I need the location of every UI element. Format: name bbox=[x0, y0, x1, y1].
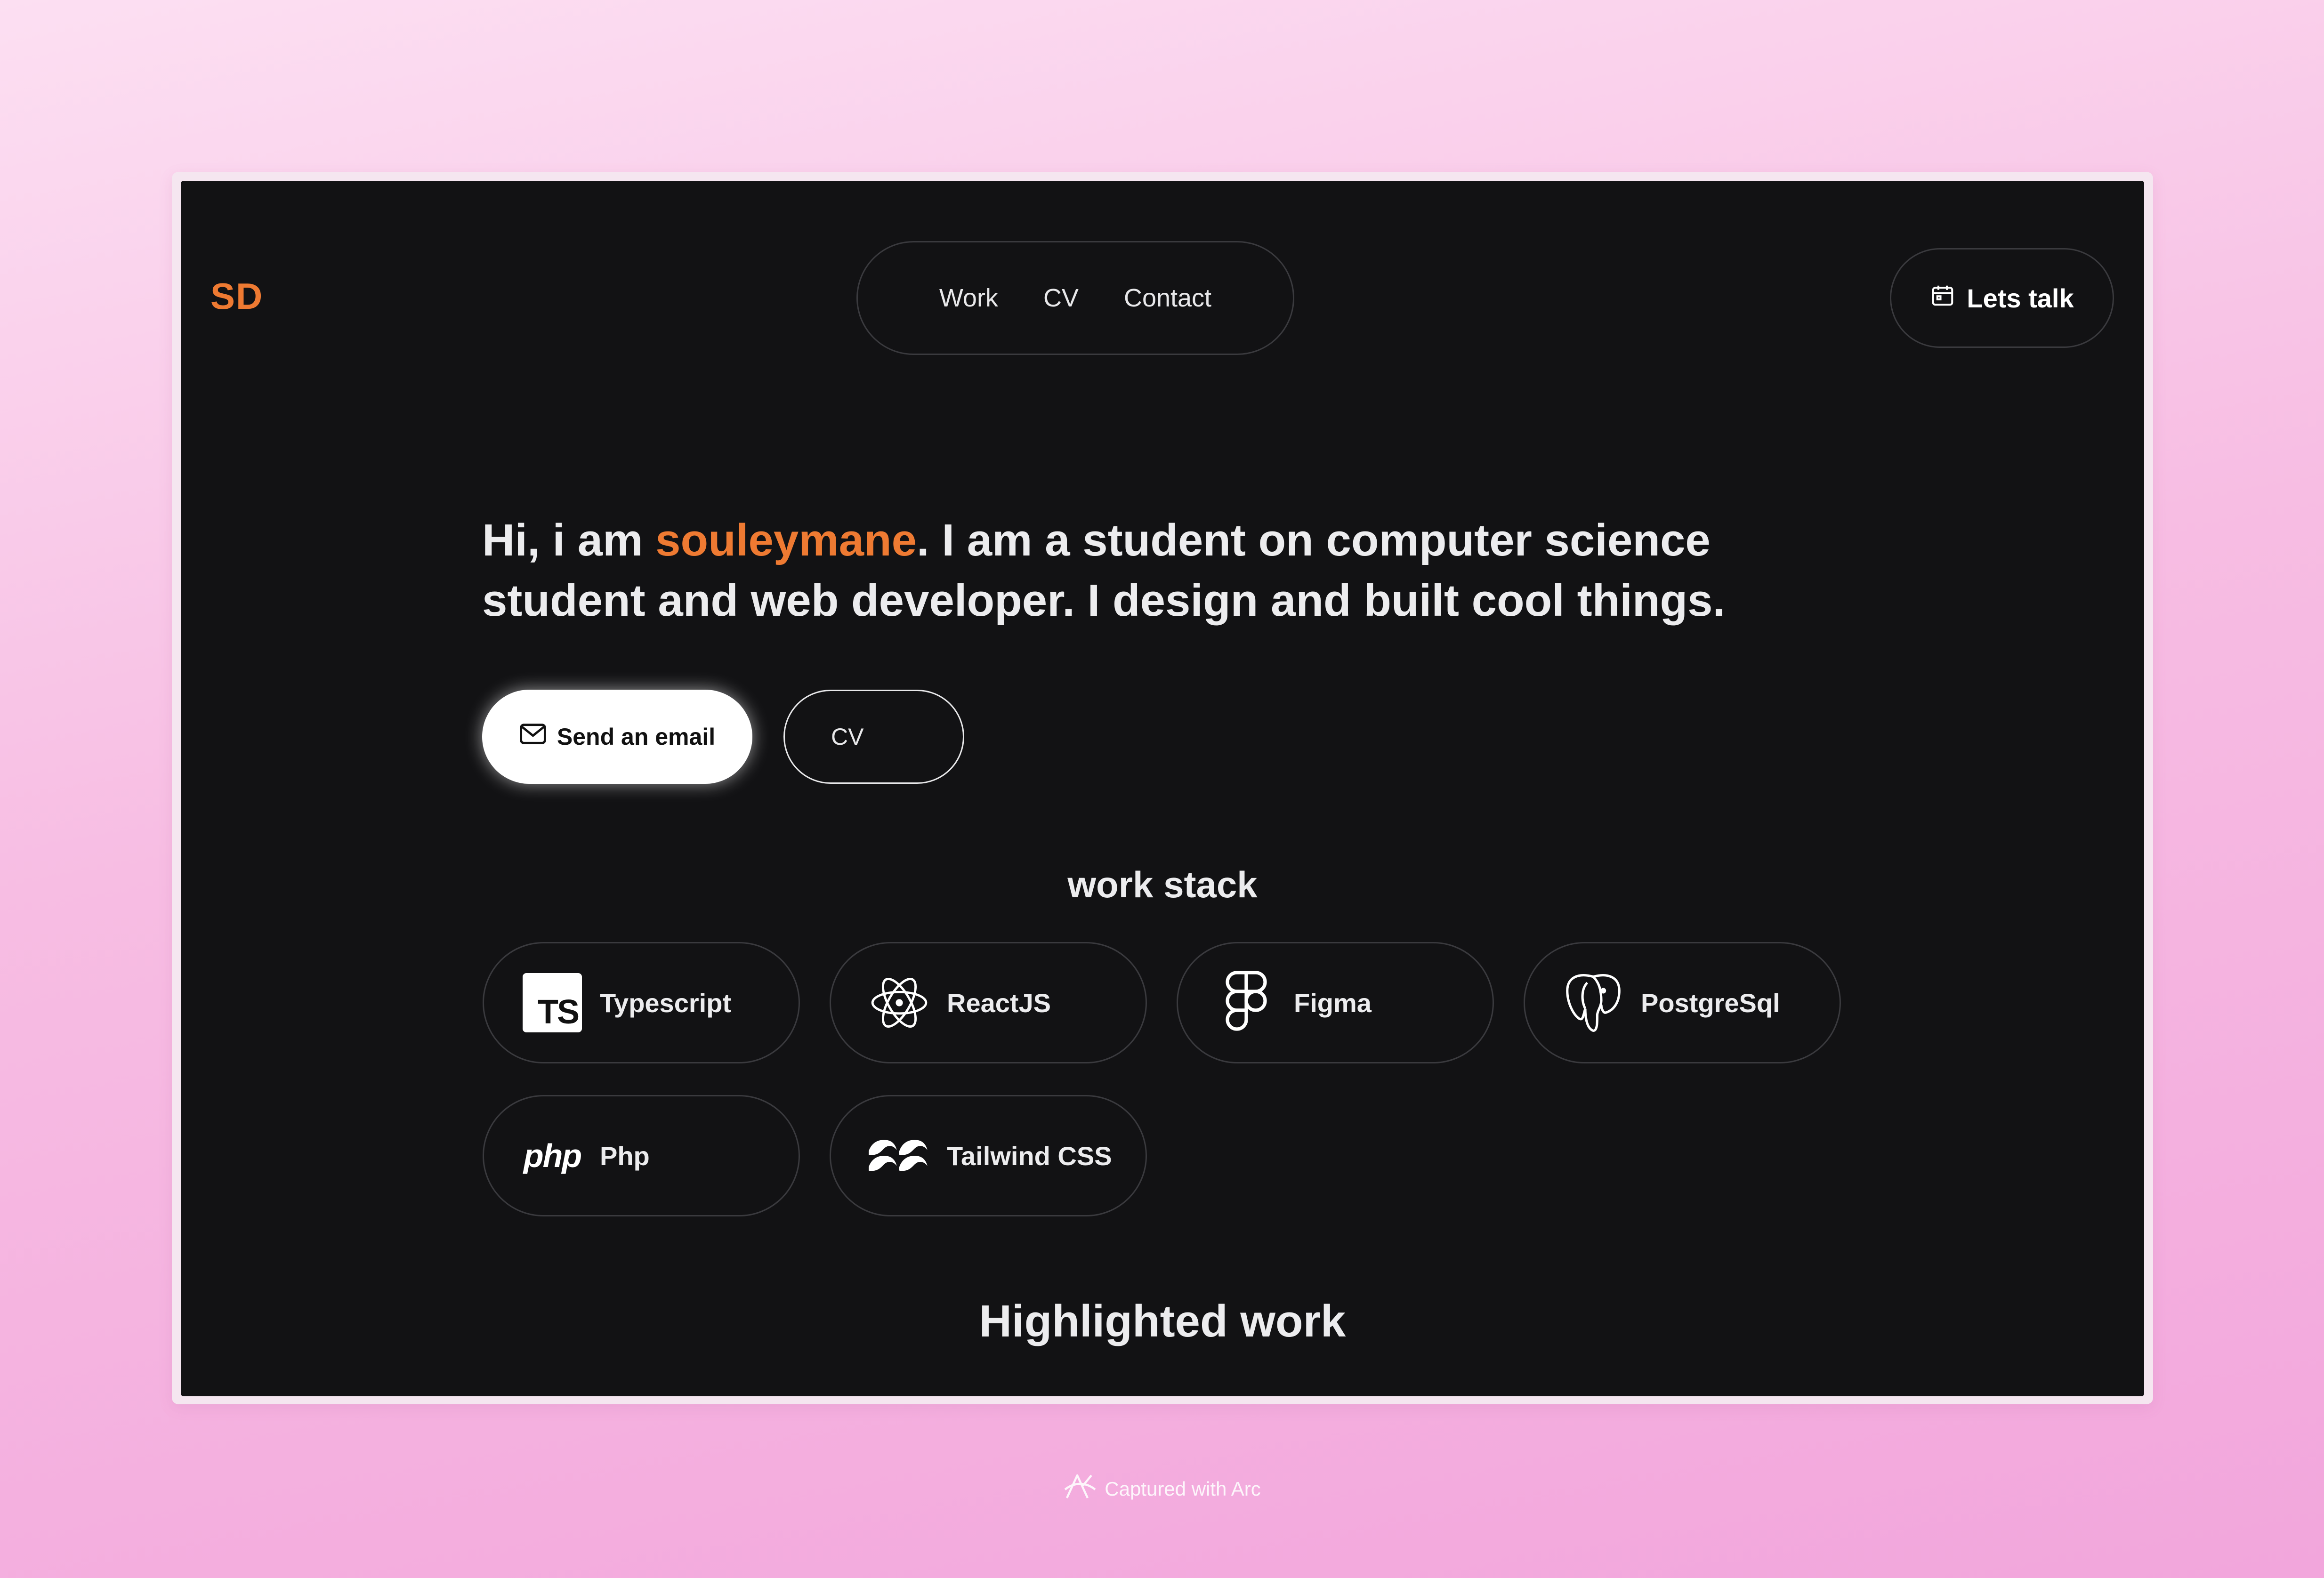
work-stack-title: work stack bbox=[1067, 864, 1258, 905]
stack-item-label: PostgreSql bbox=[1641, 988, 1780, 1018]
hero-intro: Hi, i am souleymane. I am a student on c… bbox=[482, 510, 1848, 631]
intro-name: souleymane bbox=[655, 515, 917, 565]
nav-link-work[interactable]: Work bbox=[939, 283, 998, 313]
arc-icon bbox=[1063, 1473, 1097, 1506]
send-email-label: Send an email bbox=[557, 724, 716, 750]
cv-button-label: CV bbox=[831, 724, 864, 750]
main-nav: Work CV Contact bbox=[856, 241, 1294, 355]
stack-item-typescript: TS Typescript bbox=[483, 942, 800, 1063]
stack-item-figma: Figma bbox=[1177, 942, 1494, 1063]
typescript-icon: TS bbox=[522, 972, 583, 1033]
stack-item-label: Figma bbox=[1294, 988, 1372, 1018]
mail-icon bbox=[519, 723, 547, 750]
stack-item-label: Typescript bbox=[600, 988, 732, 1018]
highlighted-work-title: Highlighted work bbox=[979, 1296, 1346, 1346]
site-logo[interactable]: SD bbox=[210, 275, 263, 318]
stack-item-postgresql: PostgreSql bbox=[1524, 942, 1841, 1063]
send-email-button[interactable]: Send an email bbox=[482, 690, 752, 784]
capture-caption: Captured with Arc bbox=[0, 1473, 2324, 1506]
browser-viewport: SD Work CV Contact Lets talk Hi, i am so… bbox=[181, 181, 2144, 1396]
typescript-glyph: TS bbox=[537, 993, 580, 1031]
stack-item-label: Tailwind CSS bbox=[947, 1141, 1112, 1171]
nav-link-cv[interactable]: CV bbox=[1043, 283, 1079, 313]
stack-item-label: ReactJS bbox=[947, 988, 1051, 1018]
tailwind-icon bbox=[869, 1125, 930, 1186]
nav-link-contact[interactable]: Contact bbox=[1124, 283, 1211, 313]
postgresql-icon bbox=[1563, 972, 1624, 1033]
php-icon: php bbox=[523, 1137, 582, 1174]
lets-talk-label: Lets talk bbox=[1967, 283, 2074, 313]
stack-item-tailwind: Tailwind CSS bbox=[830, 1095, 1147, 1216]
lets-talk-button[interactable]: Lets talk bbox=[1890, 248, 2114, 348]
react-icon bbox=[869, 972, 930, 1033]
stack-item-reactjs: ReactJS bbox=[830, 942, 1147, 1063]
stack-item-label: Php bbox=[600, 1141, 650, 1171]
intro-prefix: Hi, i am bbox=[482, 515, 656, 565]
cv-button[interactable]: CV bbox=[783, 690, 964, 784]
calendar-icon bbox=[1930, 282, 1955, 314]
stack-item-php: php Php bbox=[483, 1095, 800, 1216]
capture-caption-text: Captured with Arc bbox=[1105, 1478, 1261, 1500]
figma-icon bbox=[1216, 971, 1277, 1033]
